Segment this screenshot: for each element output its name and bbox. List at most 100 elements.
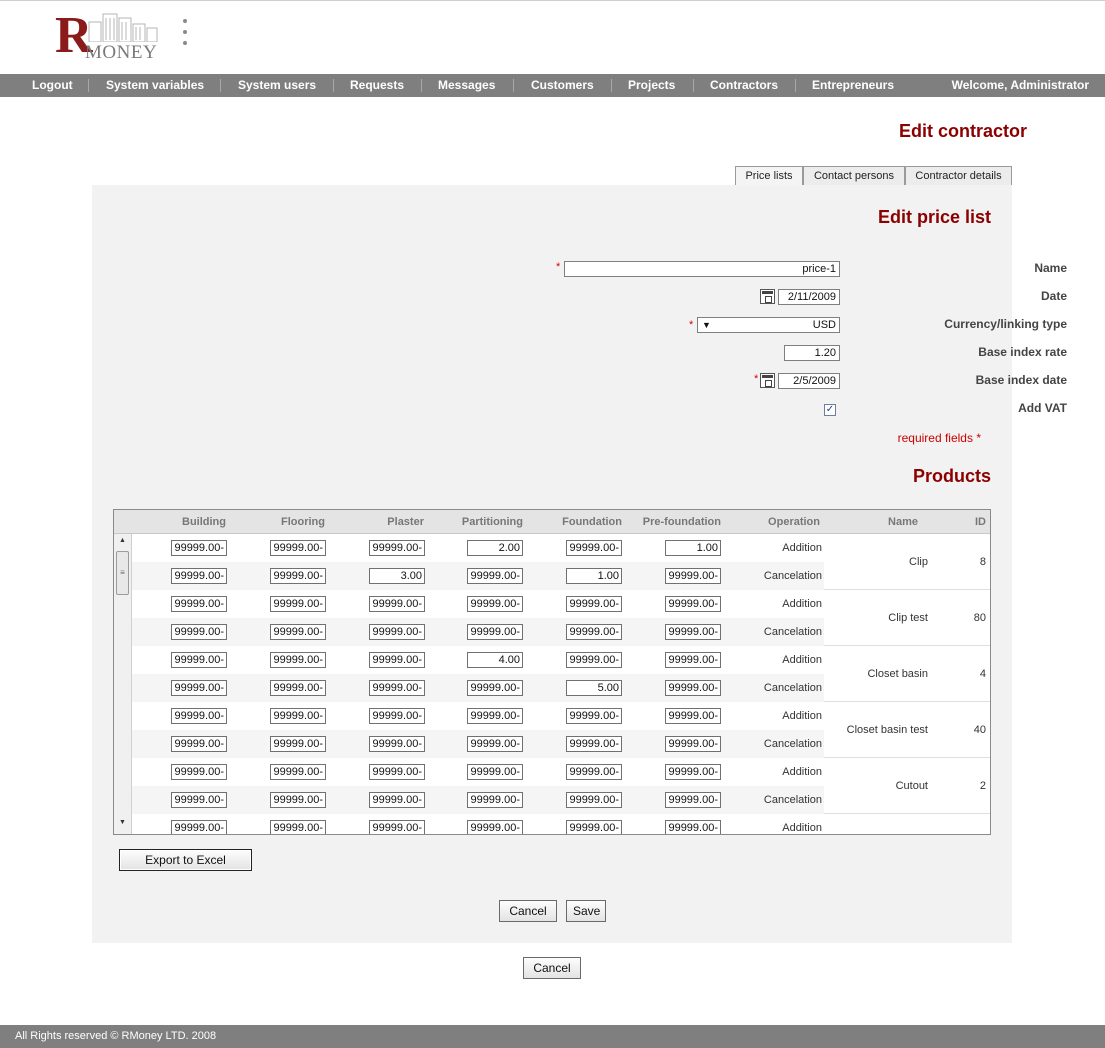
foundation-cell-input[interactable]: 1.00	[566, 568, 622, 584]
nav-system-users[interactable]: System users	[238, 74, 316, 97]
calendar-icon[interactable]	[760, 289, 775, 304]
pre-foundation-cell-input[interactable]: 1.00	[665, 540, 721, 556]
foundation-cell-input[interactable]: 99999.00-	[566, 764, 622, 780]
partitioning-cell-input[interactable]: 4.00	[467, 652, 523, 668]
building-cell-input[interactable]: 99999.00-	[171, 820, 227, 834]
nav-customers[interactable]: Customers	[531, 74, 594, 97]
scroll-down-icon[interactable]: ▼	[119, 819, 126, 826]
flooring-cell-input[interactable]: 99999.00-	[270, 708, 326, 724]
foundation-cell-input[interactable]: 99999.00-	[566, 736, 622, 752]
pre-foundation-cell-input[interactable]: 99999.00-	[665, 652, 721, 668]
plaster-cell-input[interactable]: 99999.00-	[369, 652, 425, 668]
partitioning-cell-input[interactable]: 99999.00-	[467, 568, 523, 584]
partitioning-cell-input[interactable]: 99999.00-	[467, 792, 523, 808]
col-foundation[interactable]: Foundation	[544, 510, 622, 534]
flooring-cell-input[interactable]: 99999.00-	[270, 624, 326, 640]
plaster-cell-input[interactable]: 99999.00-	[369, 736, 425, 752]
pre-foundation-cell-input[interactable]: 99999.00-	[665, 568, 721, 584]
col-id[interactable]: ID	[954, 510, 986, 534]
nav-logout[interactable]: Logout	[32, 74, 73, 97]
plaster-cell-input[interactable]: 99999.00-	[369, 680, 425, 696]
flooring-cell-input[interactable]: 99999.00-	[270, 540, 326, 556]
grid-vertical-scrollbar[interactable]: ▲ ≡ ▼	[114, 534, 132, 834]
pre-foundation-cell-input[interactable]: 99999.00-	[665, 680, 721, 696]
flooring-cell-input[interactable]: 99999.00-	[270, 568, 326, 584]
partitioning-cell-input[interactable]: 99999.00-	[467, 708, 523, 724]
plaster-cell-input[interactable]: 99999.00-	[369, 792, 425, 808]
name-input[interactable]: price-1	[564, 261, 840, 277]
foundation-cell-input[interactable]: 5.00	[566, 680, 622, 696]
flooring-cell-input[interactable]: 99999.00-	[270, 596, 326, 612]
col-operation[interactable]: Operation	[734, 510, 820, 534]
pre-foundation-cell-input[interactable]: 99999.00-	[665, 596, 721, 612]
nav-messages[interactable]: Messages	[438, 74, 495, 97]
partitioning-cell-input[interactable]: 99999.00-	[467, 596, 523, 612]
building-cell-input[interactable]: 99999.00-	[171, 596, 227, 612]
partitioning-cell-input[interactable]: 99999.00-	[467, 624, 523, 640]
partitioning-cell-input[interactable]: 99999.00-	[467, 820, 523, 834]
foundation-cell-input[interactable]: 99999.00-	[566, 624, 622, 640]
tab-contact-persons[interactable]: Contact persons	[803, 166, 905, 186]
partitioning-cell-input[interactable]: 99999.00-	[467, 736, 523, 752]
save-button[interactable]: Save	[566, 900, 606, 922]
nav-contractors[interactable]: Contractors	[710, 74, 778, 97]
cancel-button[interactable]: Cancel	[499, 900, 557, 922]
building-cell-input[interactable]: 99999.00-	[171, 764, 227, 780]
building-cell-input[interactable]: 99999.00-	[171, 624, 227, 640]
building-cell-input[interactable]: 99999.00-	[171, 680, 227, 696]
foundation-cell-input[interactable]: 99999.00-	[566, 540, 622, 556]
col-plaster[interactable]: Plaster	[364, 510, 424, 534]
scroll-thumb[interactable]: ≡	[116, 551, 129, 595]
foundation-cell-input[interactable]: 99999.00-	[566, 792, 622, 808]
building-cell-input[interactable]: 99999.00-	[171, 708, 227, 724]
plaster-cell-input[interactable]: 99999.00-	[369, 624, 425, 640]
plaster-cell-input[interactable]: 99999.00-	[369, 764, 425, 780]
add-vat-checkbox[interactable]: ✓	[824, 404, 836, 416]
col-partitioning[interactable]: Partitioning	[444, 510, 523, 534]
partitioning-cell-input[interactable]: 2.00	[467, 540, 523, 556]
nav-system-variables[interactable]: System variables	[106, 74, 204, 97]
flooring-cell-input[interactable]: 99999.00-	[270, 652, 326, 668]
scroll-up-icon[interactable]: ▲	[119, 537, 126, 544]
building-cell-input[interactable]: 99999.00-	[171, 736, 227, 752]
flooring-cell-input[interactable]: 99999.00-	[270, 820, 326, 834]
calendar-icon[interactable]	[760, 373, 775, 388]
export-excel-button[interactable]: Export to Excel	[119, 849, 252, 871]
pre-foundation-cell-input[interactable]: 99999.00-	[665, 820, 721, 834]
col-building[interactable]: Building	[174, 510, 226, 534]
base-index-date-input[interactable]: 2/5/2009	[778, 373, 840, 389]
outer-cancel-button[interactable]: Cancel	[523, 957, 581, 979]
plaster-cell-input[interactable]: 99999.00-	[369, 708, 425, 724]
flooring-cell-input[interactable]: 99999.00-	[270, 736, 326, 752]
building-cell-input[interactable]: 99999.00-	[171, 652, 227, 668]
plaster-cell-input[interactable]: 99999.00-	[369, 596, 425, 612]
flooring-cell-input[interactable]: 99999.00-	[270, 764, 326, 780]
foundation-cell-input[interactable]: 99999.00-	[566, 820, 622, 834]
plaster-cell-input[interactable]: 3.00	[369, 568, 425, 584]
pre-foundation-cell-input[interactable]: 99999.00-	[665, 736, 721, 752]
col-flooring[interactable]: Flooring	[264, 510, 325, 534]
pre-foundation-cell-input[interactable]: 99999.00-	[665, 624, 721, 640]
partitioning-cell-input[interactable]: 99999.00-	[467, 680, 523, 696]
date-input[interactable]: 2/11/2009	[778, 289, 840, 305]
currency-select[interactable]: ▼ USD	[697, 317, 840, 333]
col-name[interactable]: Name	[854, 510, 918, 534]
foundation-cell-input[interactable]: 99999.00-	[566, 708, 622, 724]
base-index-rate-input[interactable]: 1.20	[784, 345, 840, 361]
foundation-cell-input[interactable]: 99999.00-	[566, 596, 622, 612]
pre-foundation-cell-input[interactable]: 99999.00-	[665, 708, 721, 724]
partitioning-cell-input[interactable]: 99999.00-	[467, 764, 523, 780]
col-pre-foundation[interactable]: Pre-foundation	[629, 510, 721, 534]
tab-contractor-details[interactable]: Contractor details	[905, 166, 1012, 186]
nav-requests[interactable]: Requests	[350, 74, 404, 97]
pre-foundation-cell-input[interactable]: 99999.00-	[665, 764, 721, 780]
plaster-cell-input[interactable]: 99999.00-	[369, 540, 425, 556]
flooring-cell-input[interactable]: 99999.00-	[270, 792, 326, 808]
nav-projects[interactable]: Projects	[628, 74, 675, 97]
building-cell-input[interactable]: 99999.00-	[171, 540, 227, 556]
foundation-cell-input[interactable]: 99999.00-	[566, 652, 622, 668]
tab-price-lists[interactable]: Price lists	[735, 166, 803, 186]
building-cell-input[interactable]: 99999.00-	[171, 568, 227, 584]
pre-foundation-cell-input[interactable]: 99999.00-	[665, 792, 721, 808]
nav-entrepreneurs[interactable]: Entrepreneurs	[812, 74, 894, 97]
